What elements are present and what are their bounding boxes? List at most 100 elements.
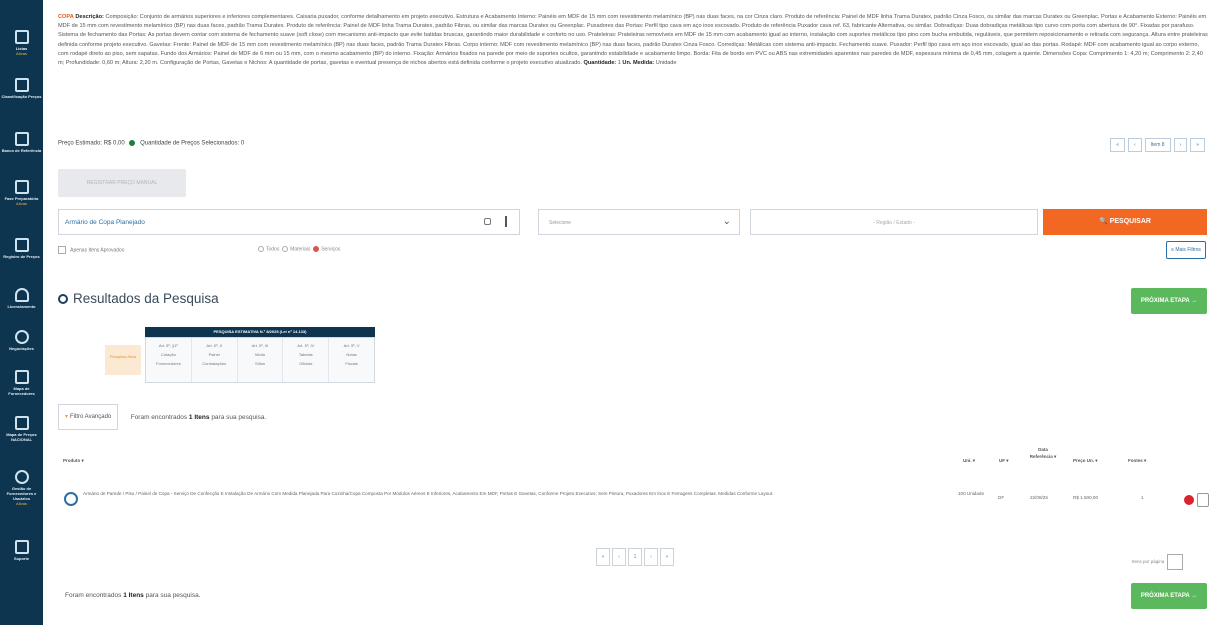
next-step-button-bottom[interactable]: PRÓXIMA ETAPA →	[1131, 583, 1207, 609]
estimated-price-label: Preço Estimado:	[58, 140, 103, 147]
stat-column[interactable]: Art. 5º, IV Tabelas Oficiais	[283, 338, 330, 382]
sidebar-item-licenciamento[interactable]: Licenciamento	[0, 288, 43, 309]
active-search-badge: Pesquisa Ativa	[105, 345, 141, 375]
search-stats-panel: PESQUISA ESTIMATIVA N.º 8/2025 (Lei nº 1…	[105, 327, 375, 385]
pager-last-button[interactable]: »	[1190, 138, 1205, 152]
row-unit: 100 Unidade	[957, 491, 985, 496]
next-step-button[interactable]: PRÓXIMA ETAPA →	[1131, 288, 1207, 314]
header-preco[interactable]: Preço Un. ▾	[1073, 458, 1098, 464]
main-content: COPA Descrição: Composição: Conjunto de …	[43, 0, 1209, 625]
header-fontes[interactable]: Fontes ▾	[1128, 458, 1146, 464]
header-uf[interactable]: UF ▾	[999, 458, 1009, 464]
page-current[interactable]: 1	[628, 548, 642, 566]
sidebar-item-gestao[interactable]: Gestão de Fornecedores e Usuários Ativas	[0, 470, 43, 506]
search-icon	[58, 294, 68, 304]
approved-only-checkbox[interactable]	[58, 246, 66, 254]
microphone-icon[interactable]	[505, 216, 507, 227]
advanced-filter-row: ▾ Filtro Avançado Foram encontrados 1 Ite…	[58, 404, 266, 430]
per-page-label: Itens por página	[1132, 559, 1165, 565]
quantity-value: 1	[617, 60, 621, 67]
selected-prices-label: Quantidade de Preços Selecionados:	[140, 140, 240, 147]
product-description: Armário de Parede / Piso / Painel de Cop…	[83, 491, 774, 496]
list-icon	[14, 238, 29, 252]
status-dot-icon	[129, 140, 136, 146]
pager-next-button[interactable]: ›	[1173, 138, 1188, 152]
row-price: R$ 1.500,00	[1073, 495, 1099, 500]
unit-label: Un. Medida:	[622, 60, 655, 67]
alert-icon[interactable]	[1184, 495, 1194, 505]
approved-only-filter[interactable]: Apenas Itens Aprovados	[58, 246, 124, 254]
exit-icon	[14, 540, 29, 554]
description-text: Composição: Conjunto de armários superio…	[58, 14, 1208, 67]
table-row[interactable]: Armário de Parede / Piso / Painel de Cop…	[58, 487, 1209, 517]
people-icon	[14, 470, 29, 484]
sidebar-item-negociacoes[interactable]: Negociações	[0, 330, 43, 351]
page-next-button[interactable]: ›	[644, 548, 658, 566]
document-icon	[14, 78, 29, 92]
radio-materiais[interactable]	[282, 246, 289, 252]
results-title: Resultados da Pesquisa	[73, 291, 219, 306]
radio-todos-label: Todos	[266, 246, 280, 253]
sidebar-item-mapa-precos[interactable]: Mapa de Preços NACIONAL	[0, 416, 43, 442]
pager-prev-button[interactable]: ‹	[1127, 138, 1142, 152]
stat-column[interactable]: Art. 5º, II Painel Contratações	[192, 338, 238, 382]
row-sources: 1	[1141, 495, 1144, 500]
quantity-label: Quantidade:	[583, 60, 617, 67]
select-row-checkbox[interactable]	[1197, 493, 1209, 507]
page-last-button[interactable]: »	[660, 548, 674, 566]
sidebar-item-listas[interactable]: Listas Ativas	[0, 30, 43, 56]
box-icon	[14, 370, 29, 384]
stats-columns: Art. 5º, §1º Cotação Fornecedores Art. 5º,…	[145, 337, 375, 383]
page-first-button[interactable]: «	[596, 548, 610, 566]
description-label: Descrição:	[75, 14, 104, 20]
stat-column[interactable]: Art. 5º, III Mídia Sítios	[238, 338, 284, 382]
results-table-header: Produto ▾ Uni. ▾ UF ▾ Data Referência ▾ …	[58, 446, 1207, 474]
book-icon	[14, 416, 29, 430]
sidebar-item-banco[interactable]: Banco de Referência	[0, 132, 43, 153]
sidebar-item-fase[interactable]: Fase Preparatória Ativas	[0, 180, 43, 206]
region-select[interactable]: - Região / Estado -	[750, 209, 1038, 235]
stat-column[interactable]: Art. 5º, §1º Cotação Fornecedores	[146, 338, 192, 382]
pager-current-item[interactable]: Item 8	[1144, 138, 1171, 152]
per-page-selector[interactable]: Itens por página	[1132, 554, 1184, 570]
stat-column[interactable]: Art. 5º, V Notas Fiscais	[329, 338, 374, 382]
sidebar-item-registro[interactable]: Registro de Preços	[0, 238, 43, 259]
search-input[interactable]: Armário de Copa Planejado	[58, 209, 520, 235]
category-select[interactable]: Selecione ⌄	[538, 209, 740, 235]
sidebar-item-suporte[interactable]: Suporte	[0, 540, 43, 561]
camera-icon[interactable]	[484, 218, 491, 225]
selected-prices-value: 0	[240, 140, 245, 147]
more-filters-button[interactable]: ≡ Mais Filtros	[1166, 241, 1206, 259]
item-pager: « ‹ Item 8 › »	[1110, 138, 1205, 152]
unit-value: Unidade	[655, 60, 677, 67]
results-pagination: « ‹ 1 › »	[596, 548, 674, 566]
pager-first-button[interactable]: «	[1110, 138, 1125, 152]
radio-servicos-label: Serviços	[321, 246, 341, 253]
manual-price-button[interactable]: REGISTRAR PREÇO MANUAL	[58, 169, 186, 197]
radio-todos[interactable]	[258, 246, 264, 252]
search-query: Armário de Copa Planejado	[65, 219, 145, 226]
per-page-input[interactable]	[1167, 554, 1184, 570]
calculator-icon	[14, 132, 29, 146]
region-select-value: - Região / Estado -	[873, 220, 915, 226]
sidebar: Listas Ativas Classificação Preços Banco…	[0, 0, 43, 625]
search-bar: Armário de Copa Planejado Selecione ⌄ - …	[58, 209, 1207, 235]
sidebar-item-classificacao[interactable]: Classificação Preços	[0, 78, 43, 99]
approved-only-label: Apenas Itens Aprovados	[70, 247, 125, 254]
header-unidade[interactable]: Uni. ▾	[963, 458, 975, 464]
header-data-referencia[interactable]: Data Referência ▾	[1028, 446, 1058, 460]
header-produto[interactable]: Produto ▾	[63, 458, 84, 464]
sidebar-item-mapa-fornecedores[interactable]: Mapa de Fornecedores	[0, 370, 43, 396]
radio-materiais-label: Materiais	[290, 246, 311, 253]
stats-header: PESQUISA ESTIMATIVA N.º 8/2025 (Lei nº 1…	[145, 327, 375, 337]
info-icon[interactable]	[64, 492, 78, 506]
category-select-value: Selecione	[549, 220, 571, 226]
advanced-filter-button[interactable]: ▾ Filtro Avançado	[58, 404, 119, 430]
results-heading: Resultados da Pesquisa	[58, 291, 219, 306]
radio-servicos[interactable]	[313, 246, 320, 252]
page-prev-button[interactable]: ‹	[612, 548, 626, 566]
type-radio-group: Todos Materiais Serviços	[258, 246, 340, 252]
results-count: Foram encontrados 1 Itens para sua pesqu…	[130, 413, 267, 421]
chevron-down-icon: ⌄	[722, 216, 731, 227]
search-button[interactable]: 🔍 PESQUISAR	[1043, 209, 1207, 235]
